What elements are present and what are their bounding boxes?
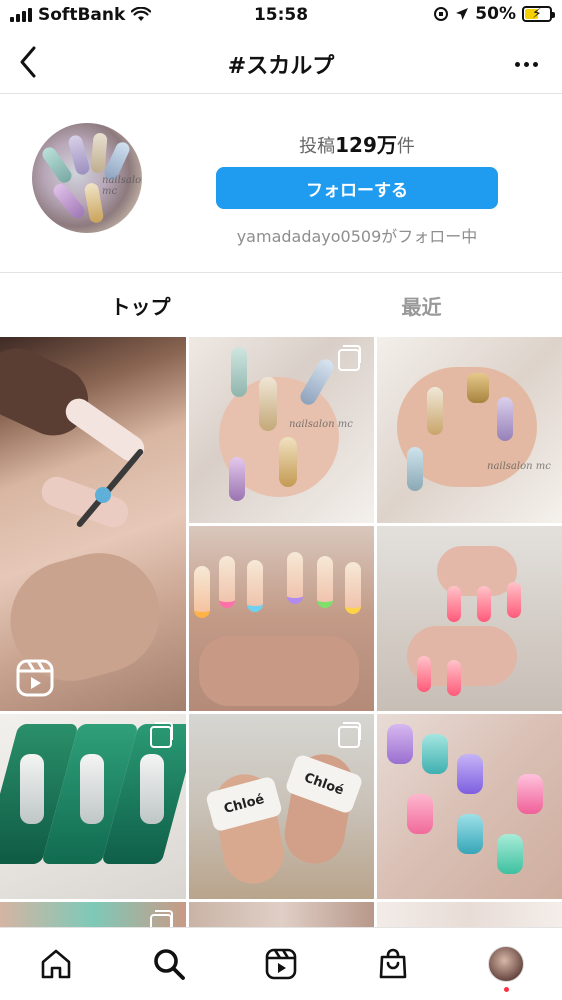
tab-recent[interactable]: 最近 — [281, 273, 562, 337]
post-thumbnail[interactable] — [377, 902, 562, 927]
bottom-navigation — [0, 927, 562, 1000]
post-watermark: nailsalon mc — [289, 419, 353, 430]
carousel-icon — [150, 722, 173, 748]
shop-icon — [379, 948, 407, 979]
avatar-watermark: nailsalon mc — [102, 175, 142, 197]
nav-reels[interactable] — [259, 942, 303, 986]
nav-profile[interactable] — [484, 942, 528, 992]
reels-icon — [265, 948, 297, 980]
nav-search[interactable] — [147, 942, 191, 986]
more-dot — [532, 61, 538, 67]
post-thumbnail[interactable]: Chloé Chloé — [189, 714, 374, 899]
status-bar: SoftBank 15:58 50% ⚡ — [0, 0, 562, 32]
post-thumbnail-featured[interactable] — [0, 337, 186, 711]
posts-suffix: 件 — [396, 136, 415, 157]
carousel-icon — [338, 722, 361, 748]
location-icon — [456, 8, 469, 20]
notification-dot — [504, 987, 509, 992]
posts-number: 129万 — [335, 133, 397, 157]
post-grid: nailsalon mc nailsalon mc Chloé Chloé — [0, 337, 562, 927]
post-thumbnail[interactable] — [0, 902, 186, 927]
hashtag-avatar: nailsalon mc — [32, 123, 142, 233]
profile-avatar — [488, 946, 524, 982]
post-thumbnail[interactable] — [377, 526, 562, 711]
followed-by-text[interactable]: yamadadayo0509がフォロー中 — [216, 223, 498, 247]
status-right: 50% ⚡ — [433, 4, 555, 24]
post-watermark: nailsalon mc — [487, 461, 551, 472]
reels-badge-icon — [16, 659, 54, 697]
posts-count: 投稿129万件 — [216, 129, 498, 158]
more-dot — [523, 61, 529, 67]
battery-icon: ⚡ — [522, 6, 555, 22]
follow-button[interactable]: フォローする — [216, 167, 498, 209]
hashtag-profile: nailsalon mc 投稿129万件 フォローする yamadadayo05… — [0, 95, 562, 273]
search-icon — [154, 949, 185, 980]
post-thumbnail[interactable]: nailsalon mc — [377, 337, 562, 523]
nav-home[interactable] — [34, 942, 78, 986]
more-dot — [514, 61, 520, 67]
post-thumbnail[interactable]: nailsalon mc — [189, 337, 374, 523]
posts-prefix: 投稿 — [299, 136, 336, 157]
post-thumbnail[interactable] — [0, 714, 186, 899]
orientation-lock-icon — [434, 7, 449, 21]
nav-shop[interactable] — [371, 942, 415, 986]
header: #スカルプ — [0, 32, 562, 94]
post-thumbnail[interactable] — [189, 526, 374, 711]
post-thumbnail[interactable] — [377, 714, 562, 899]
post-thumbnail[interactable] — [189, 902, 374, 927]
battery-percent: 50% — [475, 4, 516, 24]
page-title: #スカルプ — [227, 54, 335, 79]
more-options-button[interactable] — [508, 46, 544, 82]
carousel-icon — [338, 345, 361, 371]
home-icon — [41, 949, 71, 979]
tab-top[interactable]: トップ — [0, 273, 281, 337]
carousel-icon — [150, 910, 173, 927]
tab-bar: トップ 最近 — [0, 273, 562, 337]
